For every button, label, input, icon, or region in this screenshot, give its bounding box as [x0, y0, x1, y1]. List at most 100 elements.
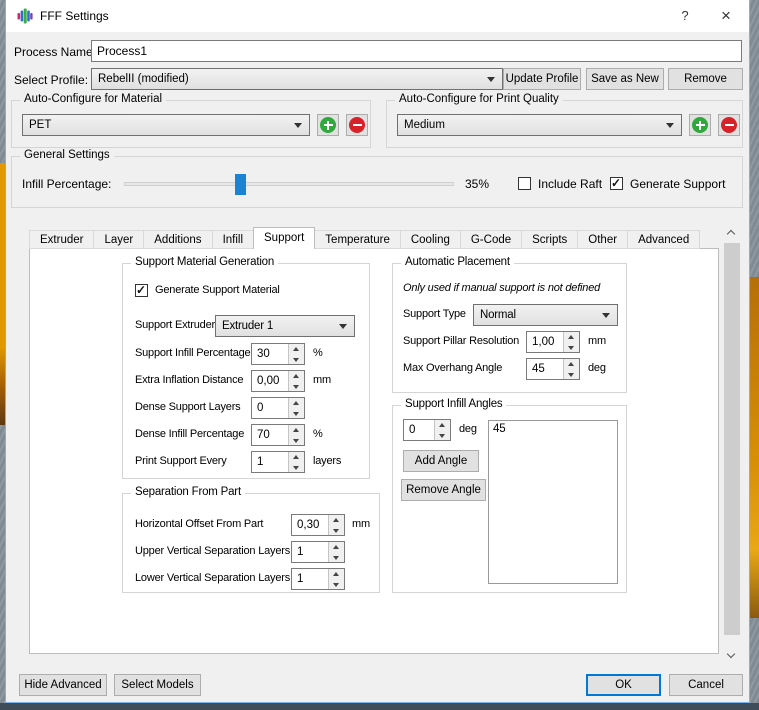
cancel-button[interactable]: Cancel — [669, 674, 743, 696]
process-name-input[interactable] — [91, 40, 742, 62]
spin-input[interactable] — [252, 425, 288, 445]
spin-input[interactable] — [292, 515, 328, 535]
spin-buttons[interactable] — [328, 569, 344, 589]
generate-support-material-checkbox[interactable] — [135, 284, 148, 297]
angle-list[interactable]: 45 — [488, 420, 618, 584]
add-quality-button[interactable] — [689, 114, 711, 136]
spin-buttons[interactable] — [288, 371, 304, 391]
bottom-strip — [0, 703, 759, 710]
support-type-select[interactable]: Normal — [473, 304, 618, 326]
spin-input[interactable] — [527, 359, 563, 379]
spin-input[interactable] — [252, 371, 288, 391]
remove-profile-button[interactable]: Remove — [668, 68, 743, 90]
spin-input[interactable] — [527, 332, 563, 352]
scroll-up-button[interactable] — [723, 224, 741, 241]
support-infill-angles-title: Support Infill Angles — [401, 398, 506, 410]
update-profile-button[interactable]: Update Profile — [503, 68, 581, 90]
material-select[interactable]: PET — [22, 114, 310, 136]
infill-slider[interactable] — [124, 182, 454, 186]
add-angle-button[interactable]: Add Angle — [403, 450, 479, 472]
quality-select[interactable]: Medium — [397, 114, 682, 136]
tab-cooling[interactable]: Cooling — [400, 230, 461, 249]
separation-from-part-group: Separation From Part Horizontal Offset F… — [122, 493, 380, 593]
upper-vertical-separation-spinner[interactable] — [291, 541, 345, 563]
add-material-button[interactable] — [317, 114, 339, 136]
desktop-background: FFF Settings ? × Process Name: Select Pr… — [0, 0, 759, 710]
spin-buttons[interactable] — [563, 332, 579, 352]
angle-spinner[interactable] — [403, 419, 451, 441]
lower-vertical-separation-spinner[interactable] — [291, 568, 345, 590]
auto-configure-material-group: Auto-Configure for Material PET — [11, 100, 371, 148]
tab-scripts[interactable]: Scripts — [521, 230, 578, 249]
spin-input[interactable] — [292, 542, 328, 562]
ok-button[interactable]: OK — [586, 674, 661, 696]
save-as-new-button[interactable]: Save as New — [586, 68, 664, 90]
chevron-up-icon — [727, 230, 735, 238]
infill-slider-handle[interactable] — [235, 174, 246, 195]
support-material-generation-group: Support Material Generation Generate Sup… — [122, 263, 370, 479]
select-models-button[interactable]: Select Models — [114, 674, 201, 696]
spin-buttons[interactable] — [328, 515, 344, 535]
automatic-placement-note: Only used if manual support is not defin… — [403, 282, 600, 294]
spin-input[interactable] — [404, 420, 434, 440]
spin-buttons[interactable] — [563, 359, 579, 379]
auto-configure-quality-group: Auto-Configure for Print Quality Medium — [386, 100, 743, 148]
dense-support-layers-spinner[interactable] — [251, 397, 305, 419]
list-item[interactable]: 45 — [489, 421, 617, 437]
extra-inflation-distance-spinner[interactable] — [251, 370, 305, 392]
chevron-down-icon — [602, 313, 610, 322]
support-pillar-resolution-spinner[interactable] — [526, 331, 580, 353]
general-settings-title: General Settings — [20, 149, 114, 161]
fff-settings-dialog: FFF Settings ? × Process Name: Select Pr… — [5, 0, 750, 703]
spin-buttons[interactable] — [328, 542, 344, 562]
automatic-placement-title: Automatic Placement — [401, 256, 514, 268]
horizontal-offset-spinner[interactable] — [291, 514, 345, 536]
support-extruder-select[interactable]: Extruder 1 — [215, 315, 355, 337]
max-overhang-angle-spinner[interactable] — [526, 358, 580, 380]
tab-infill[interactable]: Infill — [212, 230, 254, 249]
remove-quality-button[interactable] — [718, 114, 740, 136]
profile-select[interactable]: RebelII (modified) — [91, 68, 503, 90]
spin-input[interactable] — [252, 344, 288, 364]
spin-buttons[interactable] — [288, 425, 304, 445]
tab-additions[interactable]: Additions — [143, 230, 212, 249]
generate-support-material-label: Generate Support Material — [155, 284, 280, 296]
chevron-down-icon — [727, 650, 735, 658]
remove-angle-button[interactable]: Remove Angle — [401, 479, 486, 501]
spin-buttons[interactable] — [288, 398, 304, 418]
panel-scrollbar[interactable] — [723, 224, 741, 664]
support-material-generation-title: Support Material Generation — [131, 256, 278, 268]
tab-extruder[interactable]: Extruder — [29, 230, 94, 249]
spin-buttons[interactable] — [288, 452, 304, 472]
generate-support-checkbox[interactable] — [610, 177, 623, 190]
dense-infill-percentage-label: Dense Infill Percentage — [135, 428, 244, 440]
unit-label: mm — [313, 374, 331, 386]
hide-advanced-button[interactable]: Hide Advanced — [19, 674, 107, 696]
tab-other[interactable]: Other — [577, 230, 628, 249]
close-button[interactable]: × — [709, 0, 743, 32]
spin-input[interactable] — [252, 452, 288, 472]
dense-infill-percentage-spinner[interactable] — [251, 424, 305, 446]
tab-layer[interactable]: Layer — [93, 230, 144, 249]
spin-buttons[interactable] — [434, 420, 450, 440]
help-button[interactable]: ? — [669, 0, 701, 32]
print-support-every-spinner[interactable] — [251, 451, 305, 473]
spin-input[interactable] — [292, 569, 328, 589]
spin-buttons[interactable] — [288, 344, 304, 364]
include-raft-checkbox[interactable] — [518, 177, 531, 190]
minus-icon — [349, 117, 365, 133]
tab-gcode[interactable]: G-Code — [460, 230, 522, 249]
max-overhang-angle-label: Max Overhang Angle — [403, 362, 502, 374]
tab-advanced[interactable]: Advanced — [627, 230, 700, 249]
scrollbar-thumb[interactable] — [724, 243, 740, 635]
scroll-down-button[interactable] — [723, 647, 741, 664]
plus-icon — [692, 117, 708, 133]
support-infill-percentage-spinner[interactable] — [251, 343, 305, 365]
tab-support[interactable]: Support — [253, 227, 315, 249]
tab-temperature[interactable]: Temperature — [314, 230, 401, 249]
quality-select-value: Medium — [398, 119, 662, 131]
remove-material-button[interactable] — [346, 114, 368, 136]
spin-input[interactable] — [252, 398, 288, 418]
support-infill-percentage-label: Support Infill Percentage — [135, 347, 250, 359]
infill-percentage-value: 35% — [465, 177, 489, 191]
